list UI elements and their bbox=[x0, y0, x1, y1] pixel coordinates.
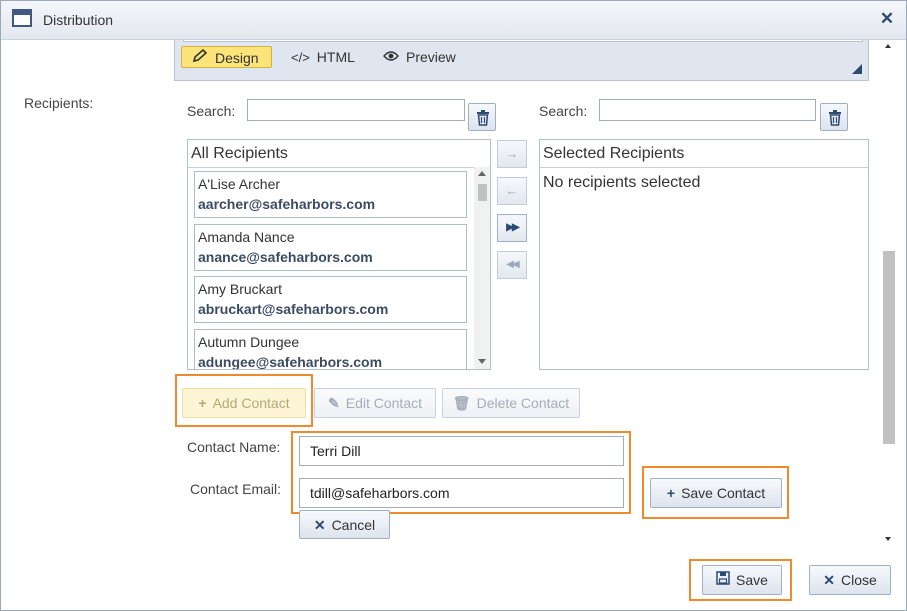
distribution-dialog: Distribution ✕ Design </> HTML Preview Re… bbox=[0, 0, 907, 611]
cancel-label: Cancel bbox=[331, 517, 376, 533]
scroll-thumb[interactable] bbox=[478, 184, 487, 201]
list-item[interactable]: Amy Bruckart abruckart@safeharbors.com bbox=[194, 276, 467, 323]
add-contact-button[interactable]: + Add Contact bbox=[182, 388, 306, 418]
preview-mode-button[interactable]: Preview bbox=[383, 46, 456, 68]
all-search-label: Search: bbox=[187, 103, 236, 119]
contact-email: adungee@safeharbors.com bbox=[198, 354, 383, 370]
window-icon bbox=[12, 9, 32, 27]
floppy-icon bbox=[716, 566, 730, 594]
eye-icon bbox=[383, 47, 399, 69]
scroll-up-icon[interactable] bbox=[885, 44, 891, 48]
all-recipients-list[interactable]: All Recipients A'Lise Archer aarcher@saf… bbox=[187, 139, 491, 370]
all-recipients-search-input[interactable] bbox=[247, 99, 465, 121]
close-icon: ✕ bbox=[823, 572, 835, 588]
cancel-button[interactable]: ✕ Cancel bbox=[299, 510, 390, 539]
selected-recipients-search-input[interactable] bbox=[599, 99, 816, 121]
trash-icon bbox=[477, 110, 489, 126]
code-icon: </> bbox=[291, 50, 310, 65]
move-all-left-button[interactable]: ◀◀ bbox=[497, 251, 527, 279]
close-icon: ✕ bbox=[313, 517, 326, 533]
dialog-title: Distribution bbox=[43, 12, 114, 28]
trash-icon: 🗑 bbox=[452, 395, 471, 411]
save-button[interactable]: Save bbox=[702, 565, 782, 595]
contact-name: Amanda Nance bbox=[198, 229, 295, 245]
contact-email: abruckart@safeharbors.com bbox=[198, 301, 389, 317]
scroll-down-icon[interactable] bbox=[885, 537, 891, 541]
contact-email: anance@safeharbors.com bbox=[198, 249, 373, 265]
recipients-label: Recipients: bbox=[24, 95, 94, 111]
pencil-icon: ✎ bbox=[328, 395, 340, 411]
preview-mode-label: Preview bbox=[406, 49, 456, 65]
trash-icon bbox=[829, 110, 841, 126]
selected-search-label: Search: bbox=[539, 103, 588, 119]
contact-email-input[interactable] bbox=[299, 478, 624, 508]
add-contact-label: Add Contact bbox=[212, 395, 290, 411]
editor-body[interactable] bbox=[183, 40, 863, 42]
delete-contact-button[interactable]: 🗑 Delete Contact bbox=[442, 388, 580, 418]
move-right-button[interactable]: → bbox=[497, 140, 527, 168]
close-label: Close bbox=[840, 572, 877, 588]
save-contact-button[interactable]: + Save Contact bbox=[650, 478, 782, 508]
delete-contact-label: Delete Contact bbox=[476, 395, 570, 411]
html-mode-button[interactable]: </> HTML bbox=[291, 46, 355, 68]
scroll-thumb[interactable] bbox=[883, 251, 895, 444]
dialog-content: Design </> HTML Preview Recipients: Searc… bbox=[1, 40, 881, 545]
clear-selected-search-button[interactable] bbox=[820, 103, 848, 131]
list-scrollbar[interactable] bbox=[474, 167, 490, 369]
empty-selection-text: No recipients selected bbox=[543, 174, 701, 191]
edit-contact-button[interactable]: ✎ Edit Contact bbox=[314, 388, 436, 418]
plus-icon: + bbox=[666, 485, 676, 501]
move-left-button[interactable]: ← bbox=[497, 177, 527, 205]
contact-name-input[interactable] bbox=[299, 436, 624, 466]
save-label: Save bbox=[736, 572, 768, 588]
list-item[interactable]: Autumn Dungee adungee@safeharbors.com bbox=[194, 329, 467, 370]
list-item[interactable]: Amanda Nance anance@safeharbors.com bbox=[194, 224, 467, 271]
all-recipients-header: All Recipients bbox=[188, 140, 490, 168]
dialog-footer: Save ✕ Close bbox=[1, 549, 906, 610]
selected-recipients-header: Selected Recipients bbox=[540, 140, 868, 168]
contact-name: Autumn Dungee bbox=[198, 334, 300, 350]
scroll-down-icon[interactable] bbox=[478, 359, 486, 364]
editor-mode-bar: Design </> HTML Preview bbox=[174, 40, 869, 81]
move-all-right-button[interactable]: ▶▶ bbox=[497, 214, 527, 242]
plus-icon: + bbox=[198, 395, 207, 411]
design-mode-button[interactable]: Design bbox=[181, 46, 272, 68]
contact-name: A'Lise Archer bbox=[198, 176, 281, 192]
html-mode-label: HTML bbox=[316, 49, 355, 65]
list-item[interactable]: A'Lise Archer aarcher@safeharbors.com bbox=[194, 171, 467, 218]
clear-all-search-button[interactable] bbox=[468, 103, 496, 131]
save-contact-label: Save Contact bbox=[681, 485, 766, 501]
contact-email-label: Contact Email: bbox=[190, 481, 282, 497]
title-close-icon[interactable]: ✕ bbox=[877, 7, 897, 31]
pencil-icon bbox=[192, 48, 208, 70]
close-button[interactable]: ✕ Close bbox=[809, 565, 891, 595]
design-mode-label: Design bbox=[215, 50, 259, 66]
dialog-scrollbar[interactable] bbox=[881, 40, 897, 545]
selected-recipients-list[interactable]: Selected Recipients No recipients select… bbox=[539, 139, 869, 370]
scroll-up-icon[interactable] bbox=[478, 171, 486, 176]
title-bar[interactable]: Distribution ✕ bbox=[1, 1, 906, 40]
contact-email: aarcher@safeharbors.com bbox=[198, 196, 376, 212]
contact-name-label: Contact Name: bbox=[187, 439, 281, 455]
contact-name: Amy Bruckart bbox=[198, 281, 283, 297]
resize-grip-icon[interactable] bbox=[852, 64, 862, 74]
edit-contact-label: Edit Contact bbox=[345, 395, 422, 411]
